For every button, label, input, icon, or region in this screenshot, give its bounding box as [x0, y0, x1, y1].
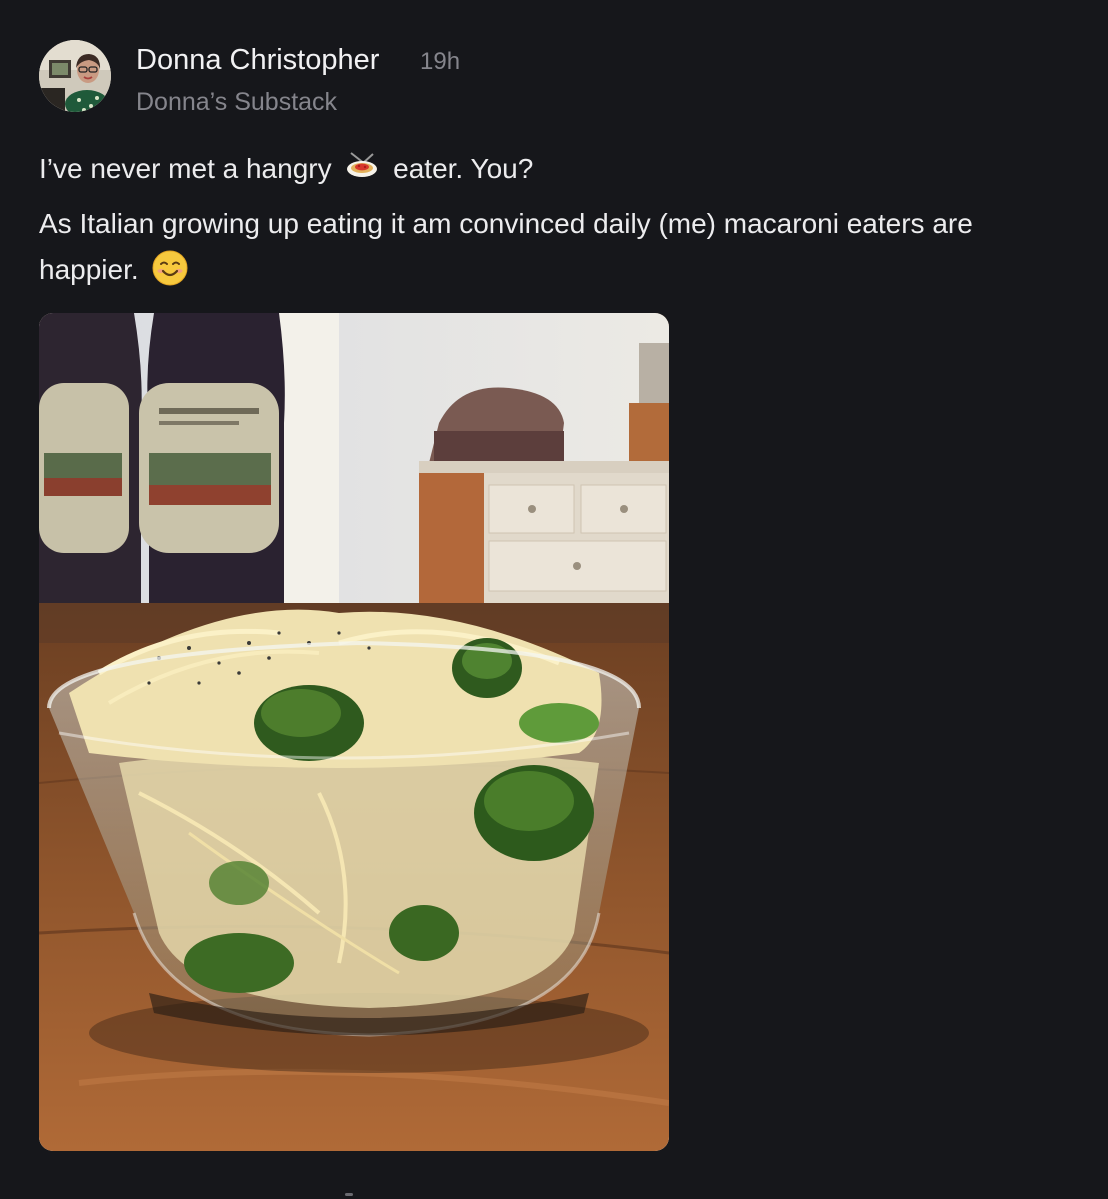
post-timestamp[interactable]: 19h: [420, 48, 460, 76]
post-card: Donna Christopher 19h Donna’s Substack I…: [0, 0, 1108, 1199]
post-text-line-2: As Italian growing up eating it am convi…: [39, 208, 973, 239]
author-avatar[interactable]: [39, 40, 111, 112]
post-text-line-3: happier.: [39, 250, 194, 293]
pasta-bowl-photo: [39, 313, 669, 1151]
publication-name[interactable]: Donna’s Substack: [136, 88, 337, 117]
post-text-segment: I’ve never met a hangry: [39, 152, 332, 184]
content-divider: [345, 1193, 353, 1196]
post-text-segment: eater. You?: [393, 152, 534, 184]
avatar-photo: [39, 40, 111, 112]
author-name[interactable]: Donna Christopher: [136, 44, 379, 77]
spaghetti-emoji-icon: [345, 150, 379, 191]
smiling-face-emoji-icon: [152, 250, 188, 293]
post-text-line-1: I’ve never met a hangry eater. You?: [39, 150, 533, 191]
post-text-segment: happier.: [39, 253, 139, 285]
post-image[interactable]: [39, 313, 669, 1151]
